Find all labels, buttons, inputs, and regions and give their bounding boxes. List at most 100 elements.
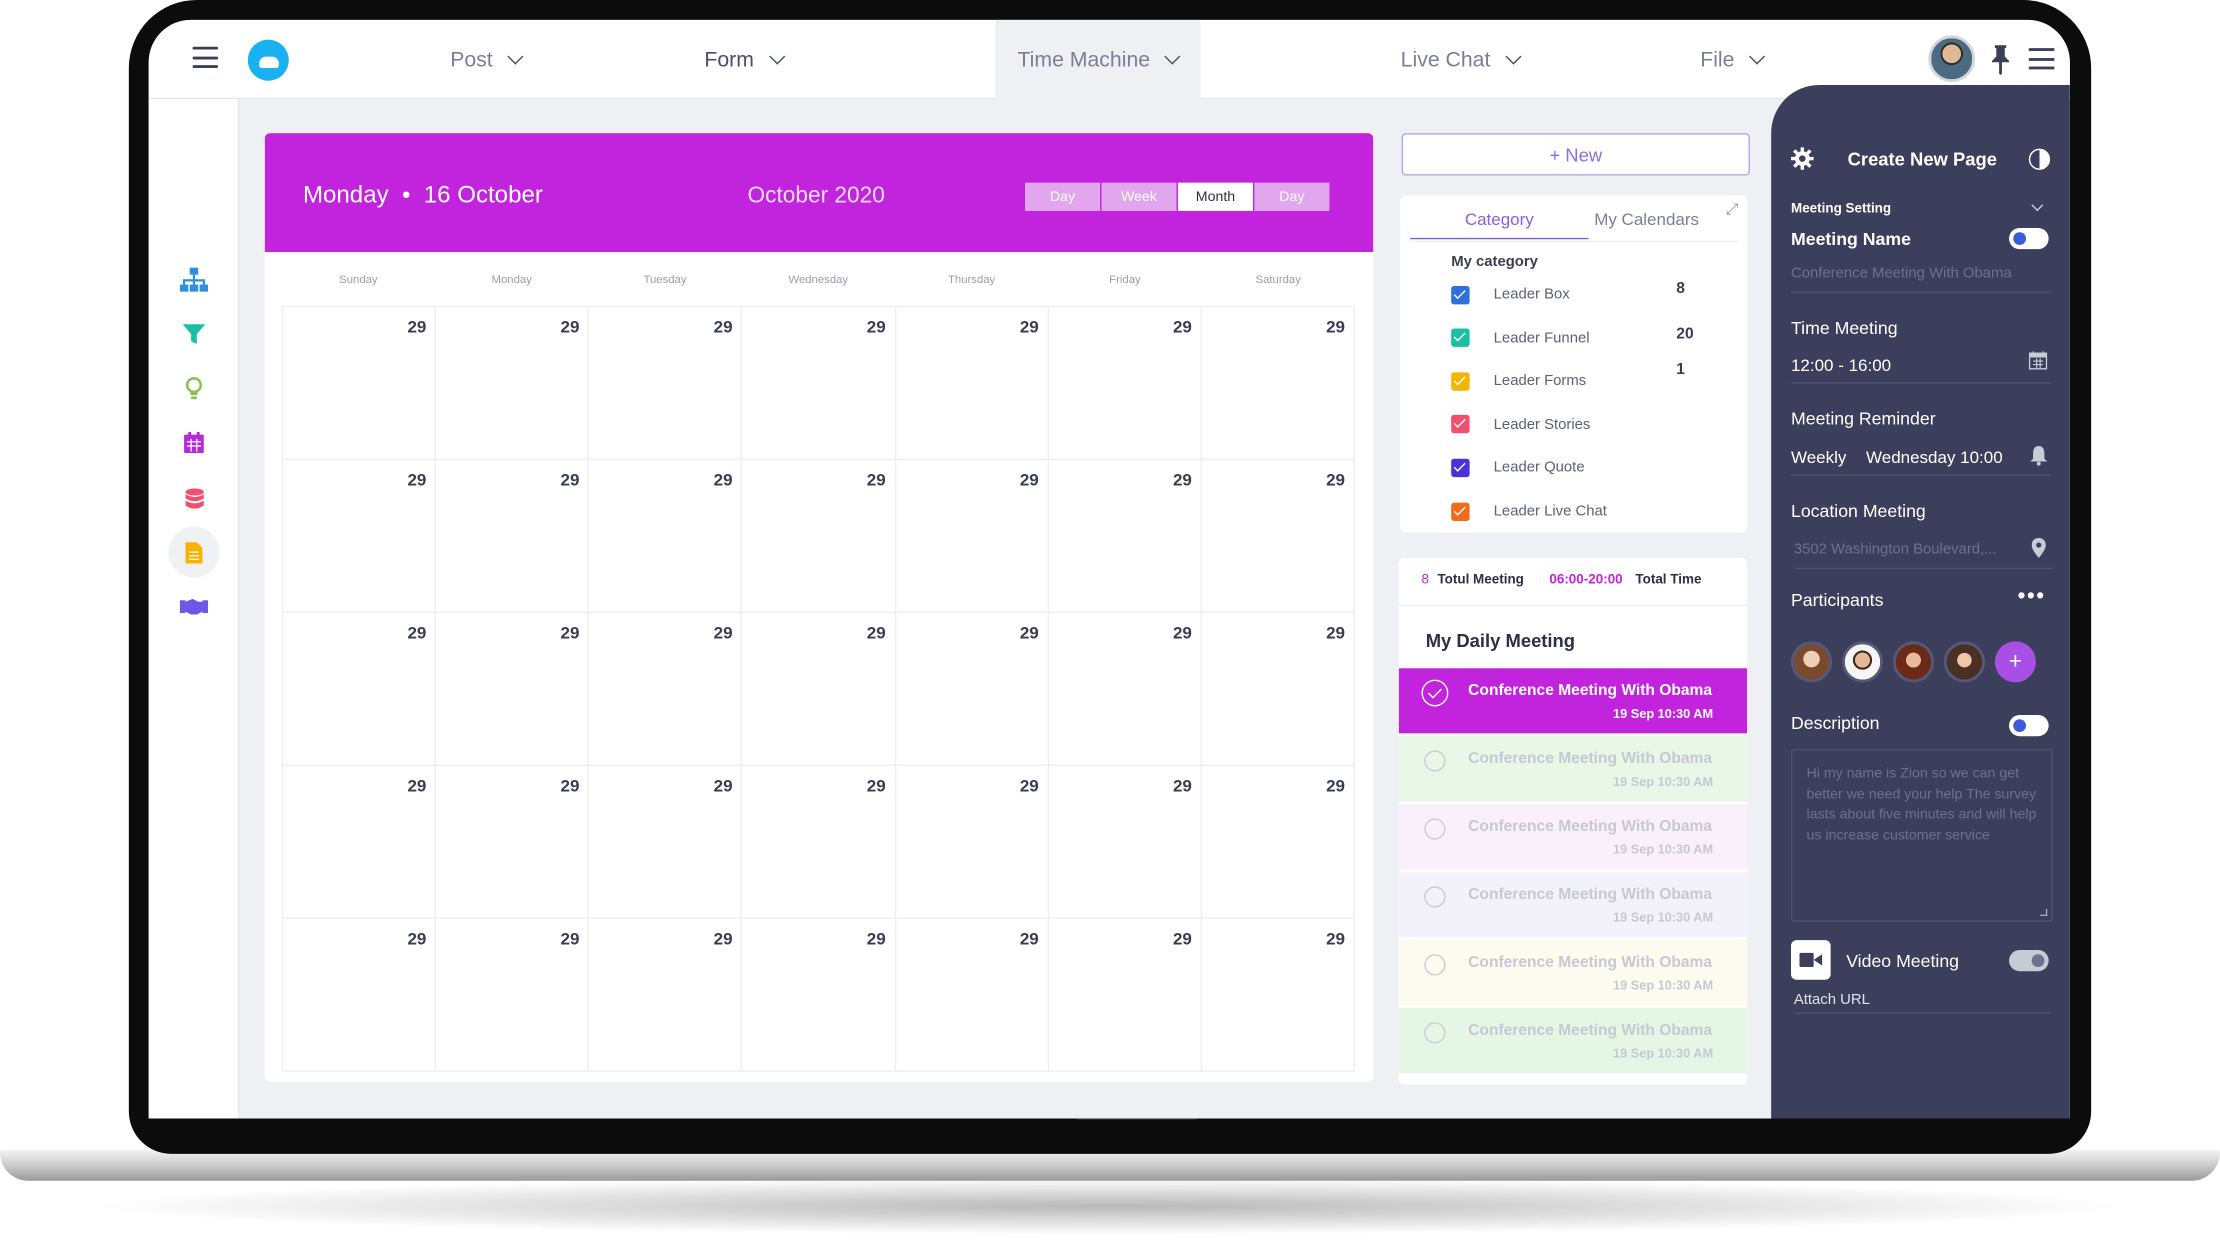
bell-icon[interactable] [2029,445,2049,466]
view-day-alt-button[interactable]: Day [1254,182,1330,211]
radio-icon[interactable] [1424,954,1446,976]
calendar-day-cell[interactable]: 29 [436,307,590,459]
calendar-day-cell[interactable]: 29 [1202,307,1355,459]
meeting-item[interactable]: Conference Meeting With Obama 19 Sep 10:3… [1398,872,1748,938]
tab-category[interactable]: Category [1410,210,1589,240]
calendar-day-cell[interactable]: 29 [1049,918,1202,1071]
app-logo[interactable] [247,39,289,81]
document-icon[interactable] [168,526,220,578]
calendar-day-cell[interactable]: 29 [589,613,743,765]
calendar-day-cell[interactable]: 29 [1202,613,1355,765]
calendar-day-cell[interactable]: 29 [896,307,1049,459]
attach-url-input[interactable]: Attach URL [1793,991,2052,1014]
gear-icon[interactable] [1790,147,1814,170]
radio-icon[interactable] [1424,1022,1446,1044]
calendar-day-cell[interactable]: 29 [896,460,1049,612]
category-item[interactable]: Leader Box [1451,283,1570,306]
calendar-day-cell[interactable]: 29 [1202,918,1355,1071]
meeting-item[interactable]: Conference Meeting With Obama 19 Sep 10:3… [1398,940,1748,1006]
calendar-day-cell[interactable]: 29 [589,765,743,918]
add-participant-button[interactable]: + [1994,641,2036,683]
radio-icon[interactable] [1424,818,1446,840]
location-pin-icon[interactable] [2031,538,2046,558]
database-icon[interactable] [168,473,219,524]
calendar-day-cell[interactable]: 29 [742,613,896,765]
calendar-day-cell[interactable]: 29 [742,765,896,918]
menu-icon[interactable] [192,46,219,68]
lightbulb-icon[interactable] [168,362,219,413]
checkbox-icon[interactable] [1451,371,1470,391]
calendar-day-cell[interactable]: 29 [1049,307,1202,459]
expand-icon[interactable]: ⤢ [1726,201,1738,219]
calendar-day-cell[interactable]: 29 [589,918,743,1071]
category-item[interactable]: Leader Stories [1451,413,1590,436]
calendar-day-cell[interactable]: 29 [1049,460,1202,612]
calendar-day-cell[interactable]: 29 [281,613,437,765]
meeting-item[interactable]: Conference Meeting With Obama 19 Sep 10:3… [1398,736,1748,802]
location-input[interactable]: 3502 Washington Boulevard,... [1793,541,2055,570]
calendar-day-cell[interactable]: 29 [896,765,1049,918]
calendar-day-cell[interactable]: 29 [1049,613,1202,765]
filter-icon[interactable] [168,309,219,360]
more-menu-icon[interactable] [2028,48,2055,70]
calendar-day-cell[interactable]: 29 [436,460,590,612]
meeting-name-toggle[interactable] [2009,227,2049,250]
checkbox-icon[interactable] [1451,458,1470,477]
checkbox-icon[interactable] [1451,501,1470,521]
chevron-down-icon[interactable] [2031,199,2044,212]
nav-form[interactable]: Form [660,20,827,99]
video-meeting-toggle[interactable] [2009,950,2049,972]
calendar-day-cell[interactable]: 29 [589,307,743,459]
meeting-name-input[interactable]: Conference Meeting With Obama [1790,265,2052,294]
meeting-item[interactable]: Conference Meeting With Obama 19 Sep 10:3… [1398,1008,1748,1074]
view-week-button[interactable]: Week [1101,182,1177,211]
calendar-day-cell[interactable]: 29 [589,460,743,612]
calendar-day-cell[interactable]: 29 [436,765,590,918]
calendar-day-cell[interactable]: 29 [281,918,437,1071]
category-item[interactable]: Leader Forms [1451,370,1586,393]
reminder-day[interactable]: Wednesday 10:00 [1866,447,2003,467]
nav-live-chat[interactable]: Live Chat [1372,20,1548,99]
participant-avatar[interactable] [1943,641,1985,683]
calendar-day-cell[interactable]: 29 [281,460,437,612]
calendar-day-cell[interactable]: 29 [742,307,896,459]
calendar-icon[interactable] [2028,351,2048,370]
radio-icon[interactable] [1424,750,1446,772]
category-item[interactable]: Leader Quote [1451,456,1585,479]
calendar-day-cell[interactable]: 29 [436,613,590,765]
calendar-day-cell[interactable]: 29 [896,613,1049,765]
view-month-button[interactable]: Month [1177,182,1253,211]
nav-file[interactable]: File [1668,20,1795,99]
resize-handle-icon[interactable] [2040,908,2048,917]
radio-icon[interactable] [1424,886,1446,908]
calendar-day-cell[interactable]: 29 [1202,765,1355,918]
pin-icon[interactable] [1989,44,2012,76]
category-item[interactable]: Leader Funnel [1451,326,1590,349]
calendar-icon[interactable] [168,416,219,467]
description-toggle[interactable] [2009,714,2049,737]
handshake-icon[interactable] [168,580,219,631]
nav-time-machine[interactable]: Time Machine [995,19,1201,100]
new-button[interactable]: + New [1401,133,1750,176]
reminder-frequency[interactable]: Weekly [1791,447,1846,467]
calendar-day-cell[interactable]: 29 [281,307,437,459]
time-meeting-value[interactable]: 12:00 - 16:00 [1791,355,1891,375]
meeting-item[interactable]: Conference Meeting With Obama 19 Sep 10:3… [1398,668,1748,734]
description-textarea[interactable]: Hi my name is Zion so we can get better … [1790,748,2053,922]
tab-my-calendars[interactable]: My Calendars [1594,210,1699,238]
view-day-button[interactable]: Day [1025,182,1101,211]
calendar-day-cell[interactable]: 29 [742,460,896,612]
calendar-day-cell[interactable]: 29 [436,918,590,1071]
participant-avatar[interactable] [1790,641,1833,683]
sitemap-icon[interactable] [168,255,219,306]
calendar-day-cell[interactable]: 29 [896,918,1049,1071]
calendar-day-cell[interactable]: 29 [1049,765,1202,918]
contrast-icon[interactable] [2028,148,2051,170]
calendar-day-cell[interactable]: 29 [1202,460,1355,612]
category-item[interactable]: Leader Live Chat [1451,500,1607,523]
checkbox-icon[interactable] [1451,415,1470,434]
participant-avatar[interactable] [1841,641,1884,683]
meeting-item[interactable]: Conference Meeting With Obama 19 Sep 10:3… [1398,804,1748,870]
nav-post[interactable]: Post [402,20,569,99]
more-options-icon[interactable]: ••• [2018,585,2046,610]
